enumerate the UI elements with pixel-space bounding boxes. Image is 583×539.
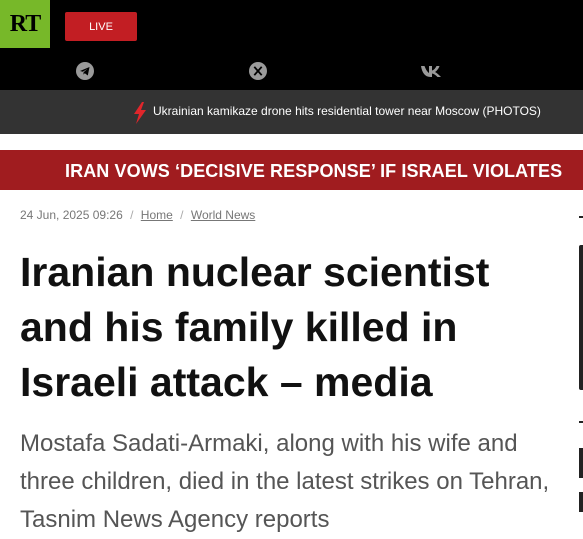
sidebar-edge [579, 448, 583, 478]
top-story-banner[interactable]: IRAN VOWS ‘DECISIVE RESPONSE’ IF ISRAEL … [0, 150, 583, 190]
sidebar-edge [579, 216, 583, 218]
banner-headline[interactable]: IRAN VOWS ‘DECISIVE RESPONSE’ IF ISRAEL … [65, 161, 562, 182]
lightning-bolt-icon [134, 102, 146, 124]
article-meta: 24 Jun, 2025 09:26 / Home / World News [20, 208, 255, 222]
rt-logo[interactable]: RT [0, 0, 50, 48]
x-icon[interactable] [247, 60, 269, 82]
logo-text: RT [9, 10, 41, 37]
article-summary: Mostafa Sadati-Armaki, along with his wi… [20, 430, 550, 533]
vk-icon[interactable] [420, 60, 442, 82]
breadcrumb-separator: / [180, 208, 184, 222]
ticker-headline[interactable]: Ukrainian kamikaze drone hits residentia… [153, 104, 541, 118]
site-header: RT LIVE [0, 0, 583, 90]
breaking-news-ticker[interactable]: Ukrainian kamikaze drone hits residentia… [0, 90, 583, 134]
article-title: Iranian nuclear scientist and his family… [20, 249, 490, 405]
sidebar-edge [579, 245, 583, 390]
breadcrumb-separator: / [130, 208, 134, 222]
publish-date: 24 Jun, 2025 09:26 [20, 208, 123, 222]
telegram-icon[interactable] [74, 60, 96, 82]
breadcrumb-home[interactable]: Home [141, 208, 173, 222]
sidebar-edge [579, 421, 583, 423]
live-button[interactable]: LIVE [65, 12, 137, 41]
sidebar-edge [579, 492, 583, 512]
breadcrumb-world-news[interactable]: World News [191, 208, 255, 222]
